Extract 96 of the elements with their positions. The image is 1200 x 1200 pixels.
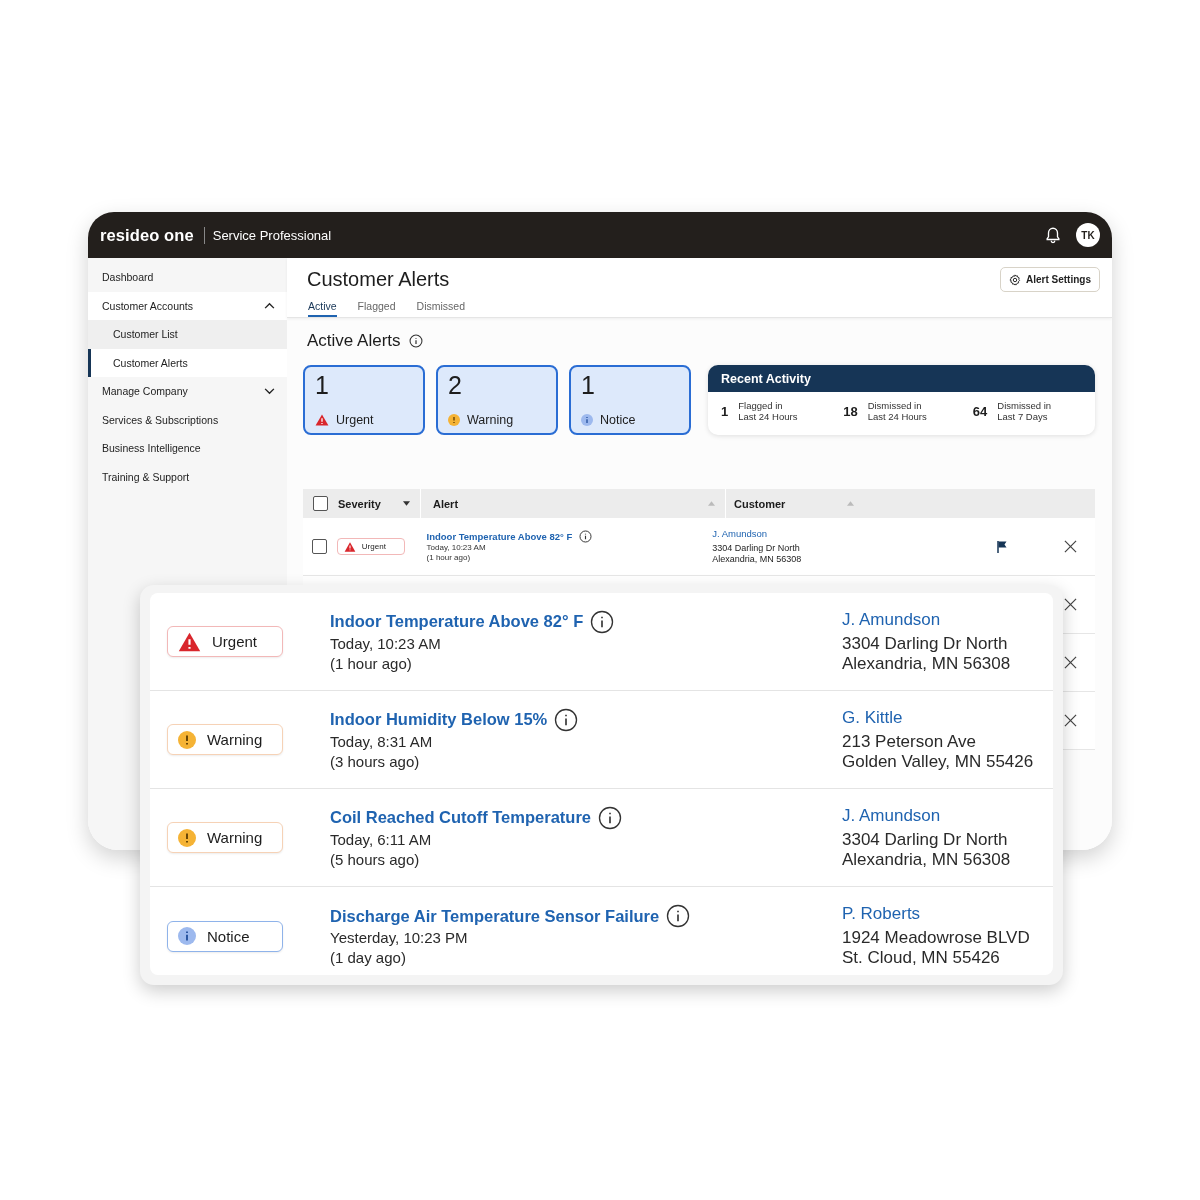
customer-link[interactable]: G. Kittle <box>842 707 903 728</box>
info-circle-icon <box>178 927 196 945</box>
severity-badge: Urgent <box>336 538 405 555</box>
summary-card[interactable]: 1 Urgent <box>303 365 425 435</box>
warning-triangle-icon <box>315 414 329 426</box>
customer-address: 3304 Darling Dr North <box>842 829 1008 850</box>
alert-settings-button[interactable]: Alert Settings <box>1000 267 1100 292</box>
brand-logo: resideo one <box>100 225 194 245</box>
close-icon[interactable] <box>1064 714 1077 727</box>
alert-age: (3 hours ago) <box>330 751 420 772</box>
stat-count: 1 <box>721 404 729 420</box>
alert-age: (1 hour ago) <box>330 653 412 674</box>
stat-count: 18 <box>843 404 858 420</box>
column-header[interactable]: Customer <box>734 497 786 510</box>
customer-link[interactable]: J. Amundson <box>842 609 941 630</box>
sidebar-item[interactable]: Customer Accounts <box>88 291 287 320</box>
customer-address: Alexandria, MN 56308 <box>842 653 1011 674</box>
stat-count: 64 <box>972 404 988 420</box>
warning-triangle-icon <box>343 541 356 552</box>
exclamation-circle-icon <box>448 414 460 426</box>
info-icon[interactable] <box>408 334 423 348</box>
severity-label: Notice <box>600 413 636 427</box>
tab[interactable]: Active <box>308 300 337 317</box>
customer-address: St. Cloud, MN 55426 <box>842 948 1000 968</box>
alert-link[interactable]: Coil Reached Cutoff Temperature <box>330 808 591 827</box>
page-title: Customer Alerts <box>307 268 450 291</box>
info-icon[interactable] <box>590 609 615 634</box>
alert-count: 2 <box>448 373 463 398</box>
exclamation-circle-icon <box>178 828 196 847</box>
alert-link[interactable]: Indoor Humidity Below 15% <box>330 710 548 729</box>
severity-label: Urgent <box>336 413 374 427</box>
stat-label: Dismissed in Last 24 Hours <box>867 401 927 423</box>
close-icon[interactable] <box>1064 540 1077 553</box>
stat-label: Flagged in Last 24 Hours <box>738 401 798 423</box>
severity-badge: Notice <box>167 920 283 952</box>
sidebar-item[interactable]: Services & Subscriptions <box>88 405 287 434</box>
column-header[interactable]: Severity <box>338 497 381 510</box>
customer-address: 1924 Meadowrose BLVD <box>842 928 1030 948</box>
alert-time: Today, 10:23 AM <box>330 633 441 654</box>
close-icon[interactable] <box>1064 598 1077 611</box>
customer-address: Golden Valley, MN 55426 <box>842 751 1034 772</box>
tab[interactable]: Dismissed <box>416 300 465 317</box>
alert-age: (5 hours ago) <box>330 849 420 870</box>
notification-bell-icon[interactable] <box>1044 226 1062 244</box>
customer-address: Alexandria, MN 56308 <box>712 554 802 565</box>
alert-time: Yesterday, 10:23 PM <box>330 928 468 948</box>
alert-link[interactable]: Indoor Temperature Above 82° F <box>330 612 584 631</box>
customer-link[interactable]: P. Roberts <box>842 904 921 924</box>
severity-badge: Urgent <box>167 626 283 657</box>
info-circle-icon <box>581 414 593 426</box>
summary-card[interactable]: 2 Warning <box>436 365 558 435</box>
customer-address: 213 Peterson Ave <box>842 731 976 752</box>
tab[interactable]: Flagged <box>357 300 396 317</box>
customer-link[interactable]: J. Amundson <box>712 528 768 540</box>
stat-label: Dismissed in Last 7 Days <box>997 401 1052 423</box>
alert-count: 1 <box>315 373 330 398</box>
chevron-icon <box>264 387 275 395</box>
sidebar-subitem[interactable]: Customer List <box>88 320 287 349</box>
sidebar-item[interactable]: Manage Company <box>88 377 287 406</box>
sort-icon[interactable] <box>403 501 410 506</box>
column-header[interactable]: Alert <box>433 497 459 510</box>
customer-address: Alexandria, MN 56308 <box>842 849 1011 870</box>
alert-time: Today, 6:11 AM <box>330 829 432 850</box>
flag-icon[interactable] <box>996 540 1007 553</box>
summary-card[interactable]: 1 Notice <box>569 365 691 435</box>
severity-label: Warning <box>467 413 514 427</box>
sidebar-item[interactable]: Dashboard <box>88 263 287 292</box>
alert-link[interactable]: Indoor Temperature Above 82° F <box>426 530 573 542</box>
sidebar-subitem[interactable]: Customer Alerts <box>88 348 287 377</box>
section-title: Active Alerts <box>307 331 401 351</box>
panel-header: Recent Activity <box>708 365 1095 392</box>
info-icon[interactable] <box>666 904 691 928</box>
alert-link[interactable]: Discharge Air Temperature Sensor Failure <box>330 906 660 926</box>
settings-icon <box>1009 273 1021 286</box>
close-icon[interactable] <box>1064 656 1077 669</box>
alert-time: Today, 10:23 AM <box>426 542 486 553</box>
select-all-checkbox[interactable] <box>312 496 328 511</box>
product-name: Service Professional <box>212 227 332 243</box>
customer-address: 3304 Darling Dr North <box>712 543 800 554</box>
alert-age: (1 hour ago) <box>426 553 471 564</box>
customer-link[interactable]: J. Amundson <box>842 805 941 826</box>
sidebar-item[interactable]: Business Intelligence <box>88 434 287 463</box>
row-checkbox[interactable] <box>311 539 327 554</box>
alert-age: (1 day ago) <box>330 948 406 968</box>
severity-badge: Warning <box>167 822 283 853</box>
warning-triangle-icon <box>178 631 201 652</box>
alert-count: 1 <box>581 373 596 398</box>
alert-time: Today, 8:31 AM <box>330 731 433 752</box>
user-avatar[interactable]: TK <box>1076 223 1100 247</box>
sidebar-item[interactable]: Training & Support <box>88 462 287 491</box>
chevron-icon <box>264 302 275 310</box>
severity-badge: Warning <box>167 724 283 755</box>
exclamation-circle-icon <box>178 730 196 749</box>
info-icon[interactable] <box>598 805 622 830</box>
info-icon[interactable] <box>554 707 579 732</box>
customer-address: 3304 Darling Dr North <box>842 633 1008 654</box>
